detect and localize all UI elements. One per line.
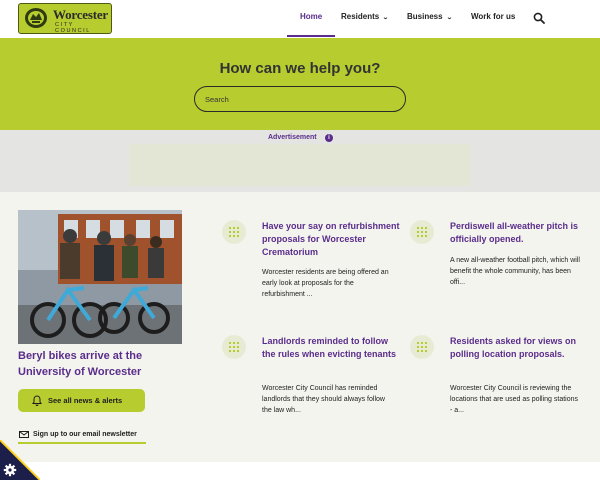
site-header: Worcester CITY COUNCIL Home Residents ⌄ B… bbox=[0, 0, 600, 38]
nav-business[interactable]: Business ⌄ bbox=[407, 12, 452, 21]
page-bottom-strip bbox=[0, 462, 600, 480]
news-card-summary: Worcester City Council is reviewing the … bbox=[450, 385, 579, 414]
news-card-summary: Worcester residents are being offered an… bbox=[262, 269, 389, 298]
search-input[interactable] bbox=[203, 91, 399, 107]
search-icon[interactable] bbox=[533, 12, 545, 24]
search-box[interactable] bbox=[194, 86, 406, 112]
info-icon[interactable]: i bbox=[325, 134, 333, 142]
see-all-news-label: See all news & alerts bbox=[48, 396, 123, 405]
news-card-summary: Worcester City Council has reminded land… bbox=[262, 385, 385, 414]
nav-work-label: Work for us bbox=[471, 12, 516, 21]
news-card-summary: A new all-weather football pitch, which … bbox=[450, 257, 580, 286]
nav-home[interactable]: Home bbox=[300, 12, 322, 21]
chevron-down-icon: ⌄ bbox=[382, 15, 390, 21]
featured-title[interactable]: Beryl bikes arrive at the University of … bbox=[18, 348, 188, 380]
nav-active-indicator bbox=[287, 35, 335, 37]
advert-slot[interactable] bbox=[129, 144, 470, 186]
site-logo[interactable]: Worcester CITY COUNCIL bbox=[18, 3, 112, 34]
news-card-title[interactable]: Residents asked for views on polling loc… bbox=[450, 335, 590, 361]
see-all-news-button[interactable]: See all news & alerts bbox=[18, 389, 145, 412]
news-card-title[interactable]: Perdiswell all-weather pitch is official… bbox=[450, 220, 590, 246]
nav-work-for-us[interactable]: Work for us bbox=[471, 12, 515, 21]
grid-dots-icon bbox=[410, 335, 434, 359]
cookie-settings-button[interactable] bbox=[0, 440, 40, 480]
chevron-down-icon: ⌄ bbox=[445, 15, 453, 21]
advert-band: Advertisement i bbox=[0, 130, 600, 192]
nav-residents-label: Residents bbox=[341, 12, 380, 21]
envelope-icon bbox=[19, 431, 29, 438]
grid-dots-icon bbox=[222, 220, 246, 244]
nav-business-label: Business bbox=[407, 12, 443, 21]
news-card-title[interactable]: Have your say on refurbishment proposals… bbox=[262, 220, 402, 259]
grid-dots-icon bbox=[410, 220, 434, 244]
logo-name: Worcester bbox=[53, 7, 108, 22]
nav-home-label: Home bbox=[300, 12, 323, 21]
help-title: How can we help you? bbox=[219, 60, 381, 77]
logo-subtitle: CITY COUNCIL bbox=[55, 22, 91, 34]
newsletter-label: Sign up to our email newsletter bbox=[33, 431, 137, 438]
bell-icon bbox=[32, 395, 42, 406]
nav-residents[interactable]: Residents ⌄ bbox=[341, 12, 390, 21]
grid-dots-icon bbox=[222, 335, 246, 359]
featured-image[interactable] bbox=[18, 210, 182, 344]
advert-label: Advertisement bbox=[268, 134, 317, 141]
news-card-title[interactable]: Landlords reminded to follow the rules w… bbox=[262, 335, 402, 361]
city-crest-icon bbox=[25, 8, 47, 28]
gear-icon bbox=[3, 463, 17, 477]
help-section: How can we help you? bbox=[0, 38, 600, 130]
